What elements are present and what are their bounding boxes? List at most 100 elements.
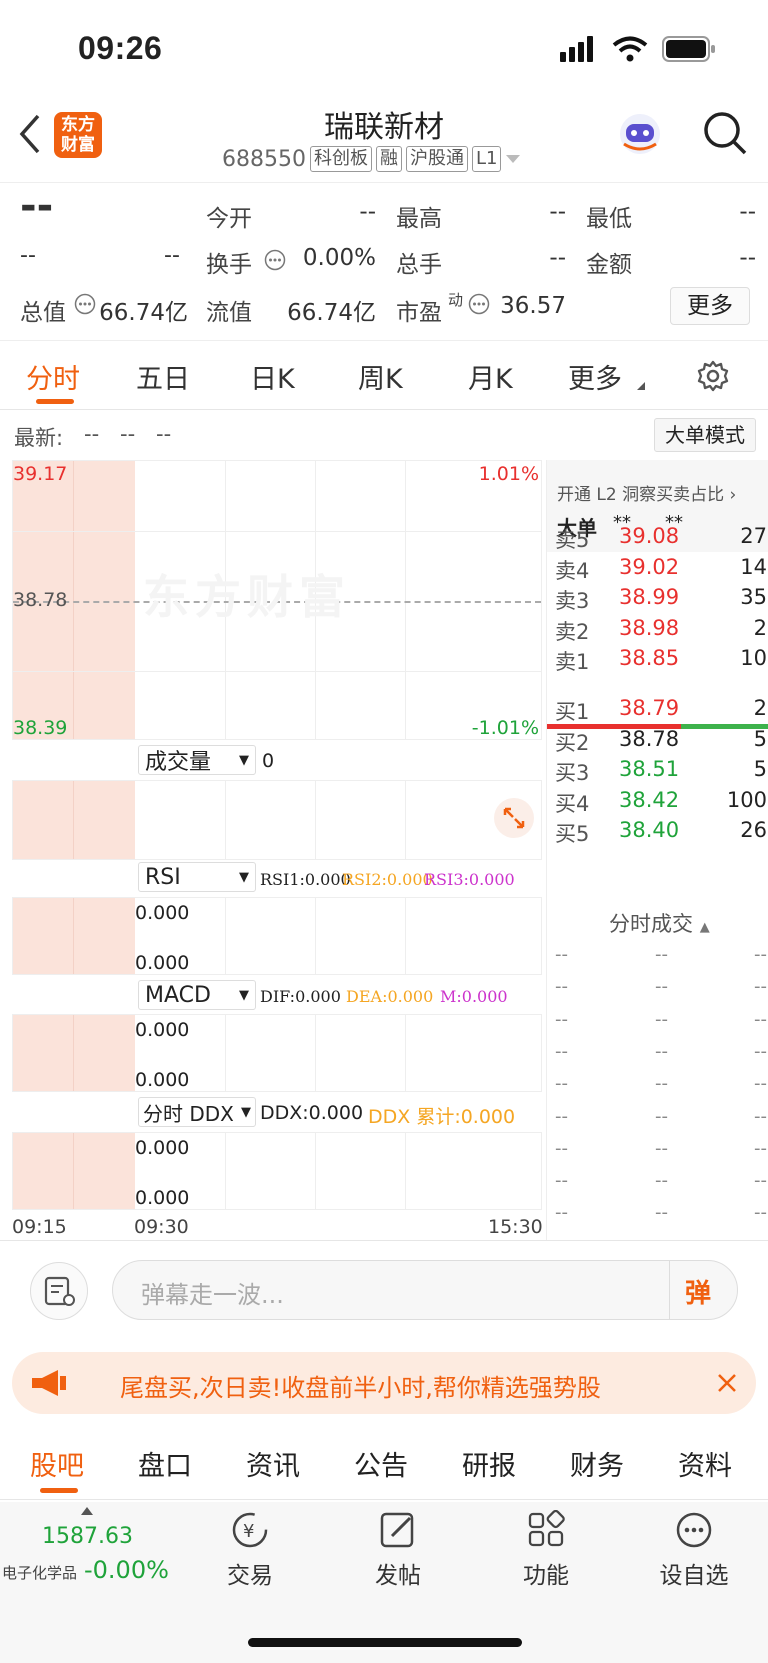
danmu-input[interactable]: 弹幕走一波... 弹 — [112, 1260, 738, 1320]
section-tab-news[interactable]: 资讯 — [246, 1444, 300, 1483]
macd-axis-top: 0.000 — [135, 1019, 190, 1041]
ask-row[interactable]: 卖3 38.99 35 — [555, 581, 767, 613]
ask-row[interactable]: 卖5 39.08 27 — [555, 520, 767, 552]
nav-trade[interactable]: ¥ 交易 — [195, 1510, 305, 1590]
bid-row[interactable]: 买4 38.42 100 — [555, 784, 767, 816]
ask-level-label: 卖1 — [555, 650, 590, 674]
danmu-settings-icon — [44, 1276, 75, 1306]
danmu-send-icon[interactable]: 弹 — [685, 1273, 711, 1310]
bid-row[interactable]: 买2 38.78 5 — [555, 723, 767, 755]
info-dots-icon[interactable] — [74, 293, 96, 315]
bid-price: 38.78 — [619, 726, 680, 751]
macd-chart[interactable]: 0.000 0.000 — [12, 1014, 542, 1092]
ask-price: 39.08 — [619, 524, 680, 548]
promo-banner[interactable]: 尾盘买,次日卖!收盘前半小时,帮你精选强势股 — [12, 1352, 756, 1414]
tab-more[interactable]: 更多 — [568, 357, 622, 396]
bid-row[interactable]: 买3 38.51 5 — [555, 753, 767, 785]
signal-icon — [560, 36, 593, 62]
volume-chart[interactable] — [12, 780, 542, 860]
rsi2-value: RSI2:0.000 — [342, 870, 433, 889]
tick-trades-toggle[interactable]: 分时成交 ▲ — [609, 908, 710, 938]
volume-indicator-select[interactable]: 成交量 ▼ — [138, 745, 256, 775]
bid-level-label: 买4 — [555, 791, 590, 816]
tick-time: -- — [555, 1073, 568, 1095]
section-tab-order[interactable]: 盘口 — [138, 1444, 192, 1483]
section-tab-profile[interactable]: 资料 — [678, 1444, 732, 1483]
bid-price: 38.79 — [619, 696, 680, 720]
trade-icon: ¥ — [232, 1512, 268, 1548]
l2-promo-link[interactable]: 开通 L2 洞察买卖占比 › — [557, 480, 736, 505]
expand-icon[interactable] — [493, 797, 535, 839]
rsi-indicator-select[interactable]: RSI ▼ — [138, 862, 256, 892]
megaphone-icon — [32, 1370, 66, 1396]
tab-five-day[interactable]: 五日 — [136, 357, 190, 396]
stock-code: 688550 — [222, 146, 306, 172]
big-order-mode-button[interactable]: 大单模式 — [654, 418, 756, 452]
settings-gear-icon[interactable] — [696, 359, 730, 393]
tick-time: -- — [555, 1137, 568, 1159]
nav-add-watchlist[interactable]: 设自选 — [639, 1510, 749, 1590]
low-value: -- — [739, 199, 756, 225]
macd-dif: DIF:0.000 — [260, 987, 341, 1006]
caret-up-icon[interactable] — [80, 1506, 94, 1516]
status-time: 09:26 — [78, 30, 163, 66]
tick-price: -- — [655, 1073, 668, 1095]
tick-time: -- — [555, 1040, 568, 1062]
quote-panel: -- -- -- 今开 -- 最高 -- 最低 -- 换手 0.00% 总手 -… — [0, 182, 768, 340]
section-tab-finance[interactable]: 财务 — [570, 1444, 624, 1483]
tick-volume: -- — [754, 944, 767, 965]
ask-row[interactable]: 卖1 38.85 10 — [555, 642, 767, 674]
caret-down-icon[interactable] — [505, 154, 521, 164]
ask-volume: 14 — [740, 554, 767, 579]
bid-row[interactable]: 买5 38.40 26 — [555, 814, 767, 846]
ask-level-label: 卖4 — [555, 558, 590, 583]
section-tab-announcements[interactable]: 公告 — [354, 1444, 408, 1483]
info-dots-icon[interactable] — [264, 249, 286, 271]
ddx-indicator-select[interactable]: 分时 DDX ▼ — [138, 1097, 256, 1127]
latest-v3: -- — [156, 422, 172, 446]
nav-functions[interactable]: 功能 — [491, 1509, 601, 1590]
bid-price: 38.40 — [619, 818, 680, 842]
latest-v2: -- — [120, 422, 136, 446]
nav-post[interactable]: 发帖 — [343, 1510, 453, 1590]
robot-assistant-icon[interactable] — [616, 110, 664, 158]
time-axis-close: 15:30 — [488, 1216, 543, 1238]
open-label: 今开 — [206, 206, 252, 232]
search-icon[interactable] — [702, 110, 748, 156]
ask-volume: 35 — [740, 585, 767, 609]
dropdown-icon: ▼ — [241, 1104, 251, 1120]
ask-price: 38.99 — [619, 585, 680, 609]
rsi-chart[interactable]: 0.000 0.000 — [12, 897, 542, 975]
danmu-settings-button[interactable] — [30, 1262, 88, 1320]
tick-row: -- -- -- — [555, 1106, 767, 1138]
tab-daily-k[interactable]: 日K — [250, 357, 295, 396]
corner-caret-icon — [637, 382, 645, 390]
tick-time: -- — [555, 944, 568, 965]
tab-weekly-k[interactable]: 周K — [358, 357, 403, 396]
ddx-chart[interactable]: 0.000 0.000 — [12, 1132, 542, 1210]
section-tab-research[interactable]: 研报 — [462, 1444, 516, 1483]
rsi3-value: RSI3:0.000 — [424, 870, 515, 889]
pct-axis-bottom: -1.01% — [471, 717, 539, 739]
macd-indicator-select[interactable]: MACD ▼ — [138, 980, 256, 1010]
close-icon[interactable] — [716, 1372, 738, 1394]
tab-monthly-k[interactable]: 月K — [468, 357, 513, 396]
bid-volume: 5 — [753, 726, 767, 751]
section-tab-guba[interactable]: 股吧 — [30, 1444, 84, 1483]
chart-tabs: 分时 五日 日K 周K 月K 更多 — [0, 340, 768, 410]
more-button[interactable]: 更多 — [670, 287, 750, 325]
intraday-price-chart[interactable]: 东方财富 39.17 38.78 38.39 1.01% -1.01% — [12, 460, 542, 740]
active-tab-indicator — [36, 399, 74, 404]
high-label: 最高 — [396, 206, 442, 232]
info-dots-icon[interactable] — [468, 293, 490, 315]
active-section-indicator — [40, 1488, 78, 1493]
bid-price: 38.51 — [619, 757, 680, 781]
bid-row[interactable]: 买1 38.79 2 — [555, 692, 767, 724]
ask-row[interactable]: 卖4 39.02 14 — [555, 551, 767, 583]
ask-row[interactable]: 卖2 38.98 2 — [555, 612, 767, 644]
tag-margin: 融 — [375, 146, 402, 172]
high-value: -- — [549, 199, 566, 225]
tab-intraday[interactable]: 分时 — [26, 357, 80, 396]
rsi-axis-top: 0.000 — [135, 902, 190, 924]
total-hand-value: -- — [549, 245, 566, 271]
